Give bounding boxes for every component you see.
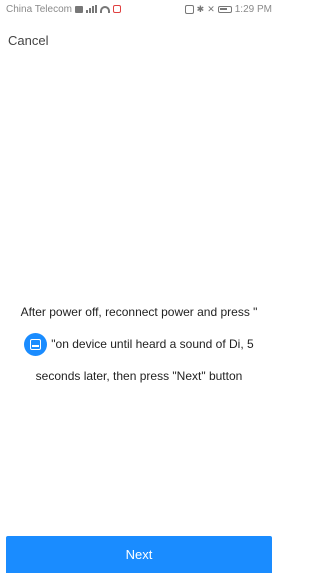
clock: 1:29 PM — [234, 3, 272, 15]
bluetooth-icon: ✱ — [196, 3, 205, 14]
device-button-icon — [24, 333, 48, 357]
notification-icon — [112, 5, 121, 13]
sim-card-icon — [74, 5, 83, 13]
wifi-icon — [99, 5, 110, 13]
carrier-name: China Telecom — [6, 3, 72, 15]
status-bar: China Telecom ✱ ✕ 1:29 PM — [0, 0, 278, 18]
instruction-line-1: After power off, reconnect power and pre… — [20, 305, 258, 319]
cancel-button[interactable]: Cancel — [8, 33, 48, 48]
status-bar-left: China Telecom — [6, 4, 121, 15]
next-button[interactable]: Next — [6, 536, 272, 573]
instruction-text: After power off, reconnect power and pre… — [0, 296, 278, 392]
battery-icon — [217, 5, 232, 13]
mute-icon: ✕ — [207, 3, 215, 14]
instruction-line-3: seconds later, then press "Next" button — [35, 369, 243, 383]
instruction-line-2-text: "on device until heard a sound of Di, 5 — [51, 337, 254, 351]
status-bar-right: ✱ ✕ 1:29 PM — [184, 3, 272, 15]
nfc-icon — [184, 4, 194, 14]
instruction-line-2: "on device until heard a sound of Di, 5 — [0, 328, 278, 360]
signal-strength-icon — [85, 5, 97, 13]
